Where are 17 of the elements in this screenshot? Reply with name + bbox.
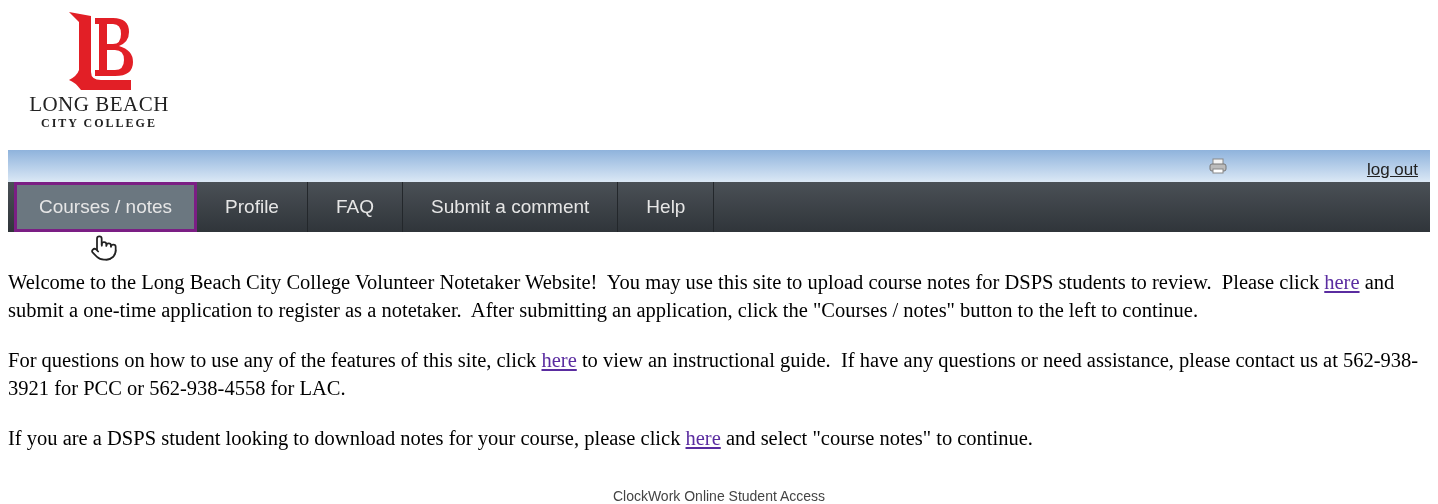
nav-tab[interactable]: Help (618, 182, 715, 232)
college-subtitle: CITY COLLEGE (41, 116, 157, 130)
nav-tab[interactable]: Profile (197, 182, 308, 232)
college-name: LONG BEACH (29, 92, 169, 116)
here-link[interactable]: here (541, 349, 577, 371)
paragraph: If you are a DSPS student looking to download notes for your course, please click here and select "course notes" to continue. (8, 426, 1034, 452)
nav-tab[interactable]: Submit a comment (402, 182, 619, 232)
logout-link[interactable]: log out (1366, 160, 1418, 180)
nav-tab[interactable]: FAQ (307, 182, 403, 232)
paragraph: Welcome to the Long Beach City College Volunteer Notetaker Website! You may use this site to upload course notes for DSPS students to review. Please click here and submit a one-time application to register as a notetaker. After submitting an application, click the "Courses / notes" button to the left to continue. (8, 270, 1396, 324)
nav-tab[interactable]: Courses / notes (14, 182, 198, 232)
here-link[interactable]: here (685, 427, 721, 449)
here-link[interactable]: here (1324, 271, 1360, 293)
hand-cursor-icon (90, 234, 118, 262)
printer-icon[interactable] (1208, 158, 1227, 174)
footer-text: ClockWork Online Student Access (612, 487, 826, 504)
paragraph: For questions on how to use any of the features of this site, click here to view an instructional guide. If have any questions or need assistance, please contact us at 562-938-3921 for PCC or 562-938-4558 for LAC. (8, 348, 1420, 401)
